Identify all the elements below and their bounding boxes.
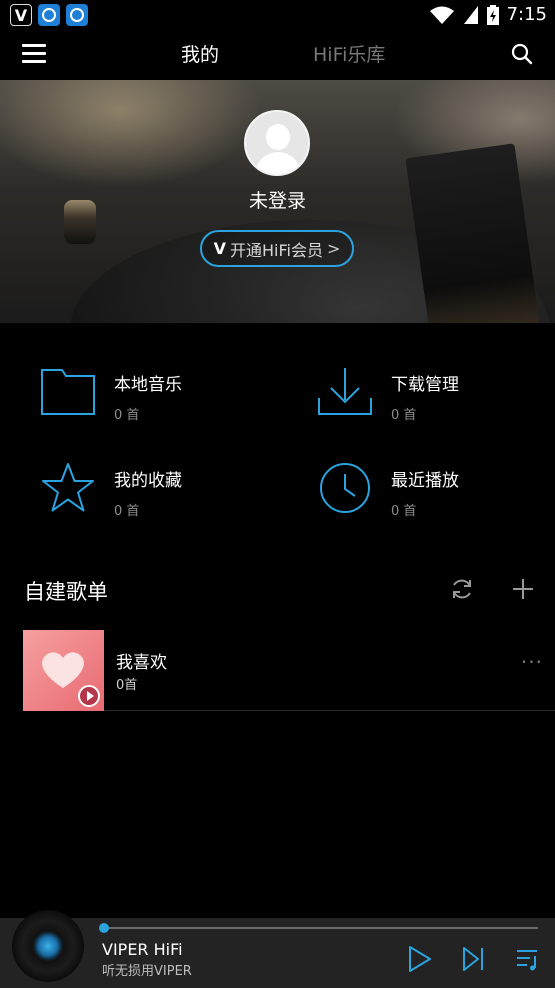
battery-icon: [486, 4, 499, 25]
clock-icon: [320, 463, 370, 513]
avatar[interactable]: [244, 110, 310, 176]
vip-subscribe-button[interactable]: V 开通HiFi会员 >: [200, 230, 354, 267]
tab-hifi-library[interactable]: HiFi乐库: [313, 40, 385, 67]
refresh-icon[interactable]: [450, 577, 474, 601]
wifi-icon: [429, 6, 454, 24]
vip-button-label: 开通HiFi会员: [230, 240, 323, 260]
recently-played-count: 0 首: [391, 504, 417, 519]
status-indicators: 7:15: [429, 4, 547, 25]
recently-played-label: 最近播放: [391, 471, 459, 491]
signal-icon: [463, 5, 478, 24]
playlist-queue-icon[interactable]: [516, 946, 540, 972]
app-badge-icon: [66, 4, 88, 26]
custom-playlists-title: 自建歌单: [24, 580, 108, 604]
chevron-right-icon: >: [326, 239, 341, 258]
folder-icon: [41, 369, 95, 415]
mini-player[interactable]: VIPER HiFi 听无损用VIPER: [0, 910, 555, 988]
download-manager-count: 0 首: [391, 408, 417, 423]
viper-icon: V: [10, 4, 32, 26]
hamburger-menu-icon[interactable]: [22, 44, 46, 66]
local-music-item[interactable]: 本地音乐 0 首: [40, 366, 300, 436]
track-subtitle: 听无损用VIPER: [102, 964, 192, 979]
download-manager-label: 下载管理: [391, 375, 459, 395]
progress-bar[interactable]: [99, 923, 538, 933]
profile-hero: 未登录 V 开通HiFi会员 >: [0, 80, 555, 323]
playlist-row[interactable]: 我喜欢 0首 ···: [23, 630, 555, 711]
login-status[interactable]: 未登录: [0, 186, 555, 213]
viper-logo-icon: V: [213, 239, 226, 258]
status-bar: V 7:15: [0, 0, 555, 30]
favorites-item[interactable]: 我的收藏 0 首: [40, 462, 300, 532]
album-disc-art[interactable]: [12, 910, 84, 982]
local-music-count: 0 首: [114, 408, 140, 423]
playlist-cover: [23, 630, 104, 711]
favorites-label: 我的收藏: [114, 471, 182, 491]
app-badge-icon: [38, 4, 60, 26]
play-icon[interactable]: [408, 946, 432, 972]
playlist-count: 0首: [116, 678, 138, 693]
progress-handle[interactable]: [99, 923, 109, 933]
download-icon: [318, 368, 372, 415]
star-icon: [42, 463, 94, 512]
track-title: VIPER HiFi: [102, 940, 183, 959]
notification-icons: V: [10, 4, 88, 26]
add-playlist-icon[interactable]: [511, 577, 535, 601]
local-music-label: 本地音乐: [114, 375, 182, 395]
top-app-bar: 我的 HiFi乐库: [0, 30, 555, 80]
playlist-name: 我喜欢: [116, 653, 167, 673]
download-manager-item[interactable]: 下载管理 0 首: [317, 366, 555, 436]
search-icon[interactable]: [511, 43, 533, 65]
tab-mine[interactable]: 我的: [181, 40, 219, 67]
more-options-icon[interactable]: ···: [521, 650, 543, 674]
tonearm-decoration: [405, 143, 541, 323]
next-track-icon[interactable]: [462, 946, 486, 972]
favorites-count: 0 首: [114, 504, 140, 519]
recently-played-item[interactable]: 最近播放 0 首: [317, 462, 555, 532]
play-circle-icon[interactable]: [78, 685, 100, 707]
clock-time: 7:15: [506, 4, 547, 25]
